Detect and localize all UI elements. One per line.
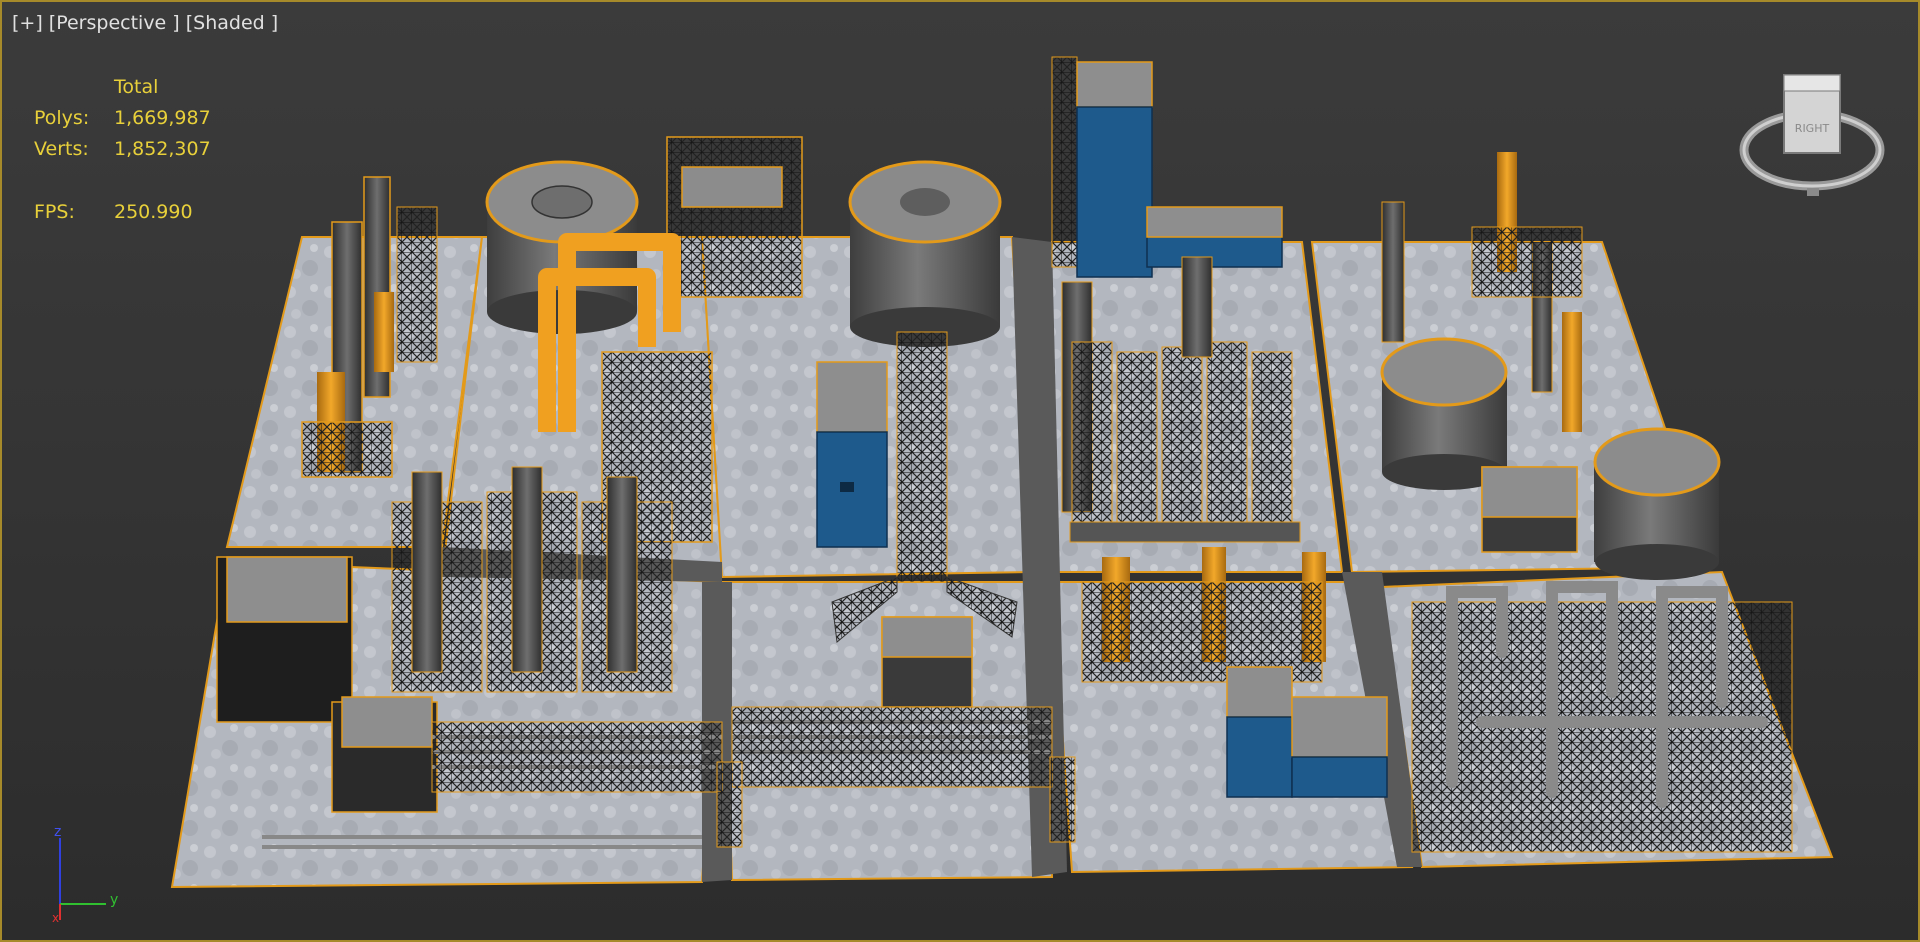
verts-value: 1,852,307 bbox=[114, 138, 211, 160]
axis-x-label: x bbox=[52, 911, 59, 924]
perspective-viewport[interactable]: [+] [Perspective ] [Shaded ] Total Polys… bbox=[0, 0, 1920, 942]
fps-label: FPS: bbox=[34, 201, 75, 223]
statistics-overlay: Total Polys: 1,669,987 Verts: 1,852,307 FP… bbox=[34, 72, 211, 228]
polys-label: Polys: bbox=[34, 107, 90, 129]
viewport-point-of-view-menu[interactable]: [Perspective ] bbox=[49, 12, 180, 34]
verts-label: Verts: bbox=[34, 138, 89, 160]
polys-value: 1,669,987 bbox=[114, 107, 211, 129]
viewport-shading-menu[interactable]: [Shaded ] bbox=[186, 12, 278, 34]
blue-tower bbox=[1051, 56, 1283, 278]
viewport-general-menu[interactable]: [+] bbox=[12, 12, 43, 34]
axis-z-label: z bbox=[54, 824, 61, 840]
refinery-model[interactable] bbox=[2, 2, 1920, 942]
fps-value: 250.990 bbox=[114, 201, 193, 223]
viewcube-face-label[interactable]: RIGHT bbox=[1795, 122, 1830, 135]
viewport-label-menu: [+] [Perspective ] [Shaded ] bbox=[12, 12, 278, 34]
viewcube-icon[interactable]: RIGHT bbox=[1737, 70, 1887, 200]
blue-building-small bbox=[816, 361, 888, 548]
piping-complex bbox=[1411, 581, 1793, 853]
axis-tripod: z y x bbox=[52, 824, 118, 924]
reactor-cluster bbox=[391, 466, 673, 693]
axis-y-label: y bbox=[110, 892, 118, 908]
stats-total-label: Total bbox=[114, 76, 159, 98]
